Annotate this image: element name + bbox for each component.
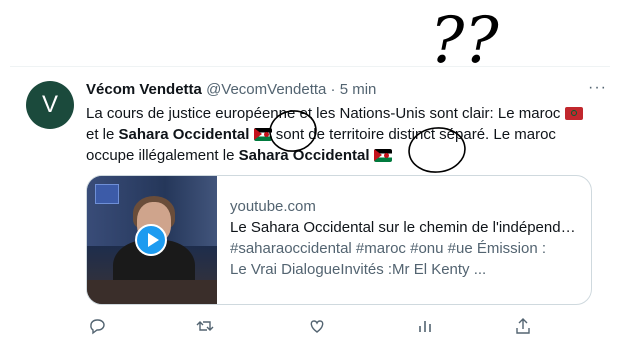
tweet-text-part: La cours de justice européenne et les Na…	[86, 105, 561, 122]
flag-western-sahara-icon	[253, 128, 272, 141]
tweet-header: Vécom Vendetta @VecomVendetta · 5 min	[86, 81, 376, 98]
retweet-icon[interactable]	[196, 317, 214, 335]
display-name[interactable]: Vécom Vendetta	[86, 81, 202, 98]
share-icon[interactable]	[514, 317, 532, 335]
tweet-text-bold: Sahara Occidental	[118, 126, 250, 143]
timestamp[interactable]: 5 min	[340, 81, 377, 98]
video-thumbnail[interactable]	[87, 176, 217, 304]
views-icon[interactable]	[416, 317, 434, 335]
link-card[interactable]: youtube.com Le Sahara Occidental sur le …	[86, 175, 592, 305]
separator-dot: ·	[330, 81, 336, 98]
thumbnail-desk	[87, 280, 217, 304]
avatar[interactable]: V	[26, 81, 74, 129]
thumbnail-logo	[95, 184, 119, 204]
tweet-text-bold: Sahara Occidental	[238, 147, 370, 164]
card-description: Le Vrai DialogueInvités :Mr El Kenty ...	[230, 261, 487, 278]
play-icon[interactable]	[135, 224, 167, 256]
tweet-text-part: et le	[86, 126, 115, 143]
more-options-icon[interactable]: ···	[588, 79, 607, 97]
flag-western-sahara-icon	[373, 149, 392, 162]
user-handle[interactable]: @VecomVendetta	[206, 81, 326, 98]
reply-icon[interactable]	[88, 317, 106, 335]
tweet-text: La cours de justice européenne et les Na…	[86, 103, 586, 166]
card-text: youtube.com Le Sahara Occidental sur le …	[230, 196, 582, 280]
flag-morocco-icon	[564, 107, 583, 120]
action-bar	[86, 317, 606, 337]
like-icon[interactable]	[308, 317, 326, 335]
card-domain: youtube.com	[230, 198, 316, 215]
tweet[interactable]: V Vécom Vendetta @VecomVendetta · 5 min …	[10, 66, 610, 337]
card-description: #saharaoccidental #maroc #onu #ue Émissi…	[230, 240, 547, 257]
card-title: Le Sahara Occidental sur le chemin de l'…	[230, 219, 582, 236]
